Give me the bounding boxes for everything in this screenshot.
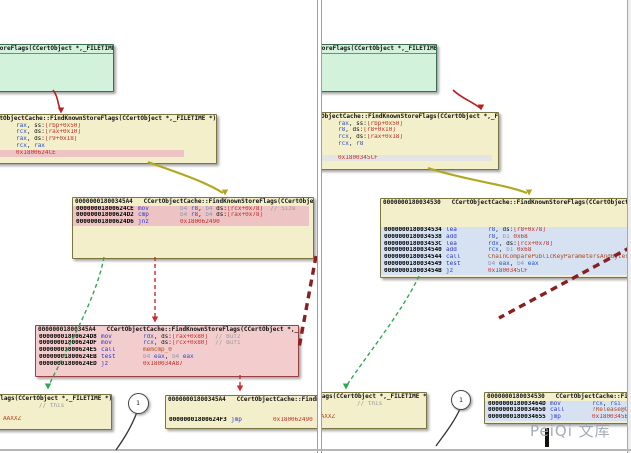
- graph-edge: [453, 90, 480, 108]
- asm-row: r8, ds:[r8+0x10]: [322, 127, 498, 134]
- asm-row: [322, 148, 498, 155]
- asm-row: 0x1800345CF: [322, 155, 492, 162]
- graph-node-primary-exit-jmp[interactable]: 00000001800345A4 CCertObjectCache::FindK…: [165, 395, 317, 429]
- asm-row: rcx, rax: [0, 143, 216, 150]
- graph-edge: [428, 168, 527, 193]
- asm-row: 0000000180034540addrcx, b1 0x68: [381, 247, 627, 254]
- graph-edge: [347, 276, 419, 385]
- asm-row: rcx, ds:[rax+0x10]: [0, 129, 216, 136]
- edge-arrowhead: [478, 105, 484, 111]
- asm-row: AAXXZ: [322, 414, 426, 421]
- asm-row: 00000001800624CEmovb4 r8, b4 ds:[rcx+0x7…: [73, 206, 309, 213]
- asm-row: 00000001800624E5callmemcmp_0: [36, 347, 298, 354]
- graph-edge: [436, 409, 460, 446]
- edge-arrowhead: [45, 384, 51, 390]
- node-title: CCertObjectCache::FindKnownStoreFlags(CC…: [0, 115, 216, 123]
- graph-node-primary-block-memcmp[interactable]: 00000001800345A4 CCertObjectCache::FindK…: [35, 325, 299, 377]
- entry-exit-marker[interactable]: 1: [128, 393, 149, 414]
- asm-row: rcx, r8: [322, 141, 498, 148]
- node-title: CCertObjectCache::FindKnownStoreFlags(CC…: [0, 45, 113, 54]
- pane-secondary-graph[interactable]: CCertObjectCache::FindKnownStoreFlags(CC…: [322, 0, 627, 453]
- asm-row: [381, 207, 627, 214]
- node-title: 00000001800345A4 CCertObjectCache::FindK: [166, 396, 317, 404]
- asm-row: [166, 410, 317, 417]
- graph-edge: [116, 412, 137, 450]
- asm-row: 0000000180034544callChainComparePublicKe…: [381, 254, 627, 261]
- asm-row: 0000000180034650call?Release@CCertObject: [485, 407, 627, 414]
- edge-arrowhead: [58, 108, 64, 114]
- edge-arrowhead: [237, 386, 243, 392]
- graph-node-primary-exit-this[interactable]: CCertObjectCache::FindKnownStoreFlags(CC…: [0, 394, 112, 430]
- asm-row: 00000001800624D8movrdx, ds:[rax+0x80] //…: [36, 334, 298, 341]
- node-title: 0000000180034530 CCertObjectCache::Find: [485, 393, 627, 401]
- node-title: 0000000180034530 CCertObjectCache::FindK…: [381, 199, 627, 207]
- window-bottom-border: [0, 449, 631, 451]
- graph-node-primary-block-load[interactable]: CCertObjectCache::FindKnownStoreFlags(CC…: [0, 114, 217, 164]
- asm-row: 00000001800624D2cmpb4 r8, b4 ds:[rax+0x7…: [73, 212, 309, 219]
- asm-row: [381, 220, 627, 227]
- graph-node-secondary-exit-this[interactable]: CCertObjectCache::FindKnownStoreFlags(CC…: [322, 392, 427, 429]
- node-title: CCertObjectCache::FindKnownStoreFlags(CC…: [322, 393, 426, 401]
- asm-row: 00000001800624EDjz0x180034A87: [36, 361, 298, 368]
- graph-edge: [148, 162, 223, 193]
- node-title: CCertObjectCache::FindKnownStoreFlags(CC…: [322, 45, 436, 54]
- node-title: CCertObjectCache::FindKnownStoreFlags(CC…: [0, 395, 111, 403]
- edge-arrowhead: [222, 190, 228, 196]
- asm-row: // this: [322, 401, 426, 408]
- node-title: CCertObjectCache::FindKnownStoreFlags(CC…: [322, 113, 498, 121]
- graph-node-secondary-block-compare-call[interactable]: 0000000180034530 CCertObjectCache::FindK…: [380, 198, 627, 278]
- edge-arrowhead: [343, 384, 349, 390]
- graph-node-primary-entry[interactable]: CCertObjectCache::FindKnownStoreFlags(CC…: [0, 44, 114, 92]
- asm-row: rax, ds:[r9+0x18]: [0, 136, 216, 143]
- asm-row: [381, 213, 627, 220]
- asm-row: 0x1800624CE: [0, 150, 184, 157]
- asm-row: rax, ss:[rbp+0x50]: [322, 121, 498, 128]
- graph-edge: [53, 90, 61, 111]
- asm-row: 0000000180034534lear8, ds:[r8+0x78]: [381, 227, 627, 234]
- asm-row: 000000018003454Bjz0x1800345CF: [381, 268, 627, 275]
- edge-arrowhead: [152, 317, 158, 323]
- asm-row: 000000018003453Cleardx, ds:[rcx+0x78]: [381, 241, 627, 248]
- edge-arrowhead: [526, 190, 532, 196]
- entry-exit-marker[interactable]: 1: [451, 390, 471, 410]
- graph-node-secondary-block-load[interactable]: CCertObjectCache::FindKnownStoreFlags(CC…: [322, 112, 499, 170]
- graph-node-secondary-entry[interactable]: CCertObjectCache::FindKnownStoreFlags(CC…: [322, 44, 437, 92]
- graph-node-primary-block-cmp-size[interactable]: 00000001800345A4 CCertObjectCache::FindK…: [72, 197, 314, 259]
- asm-row: 00000001800624EBtestb4 eax, b4 eax: [36, 354, 298, 361]
- graph-edge: [299, 256, 316, 348]
- bindiff-graph-view: 00000001800345A4 CCertObjectCache::FindK…: [0, 0, 631, 453]
- asm-row: [166, 404, 317, 411]
- asm-row: 00000001800624D6jnz0x180062490: [73, 219, 309, 226]
- right-edge-strip: [627, 0, 631, 453]
- node-title: 00000001800345A4 CCertObjectCache::FindK…: [36, 326, 298, 334]
- asm-row: // this: [0, 403, 111, 410]
- node-title: 00000001800345A4 CCertObjectCache::FindK…: [73, 198, 313, 206]
- asm-row: 00000001800624DFmovrcx, ds:[rcx+0x80] //…: [36, 340, 298, 347]
- asm-row: rcx, ds:[rax+0x18]: [322, 134, 498, 141]
- asm-row: AAXXZ: [0, 416, 111, 423]
- asm-row: 00000001800624F3jmp0x180062490: [166, 417, 317, 424]
- pane-primary-graph[interactable]: CCertObjectCache::FindKnownStoreFlags(CC…: [0, 0, 317, 453]
- asm-row: [0, 409, 111, 416]
- asm-row: rax, ss:[rbp+0x50]: [0, 123, 216, 130]
- asm-row: 0000000180034538addr8, b1 0x68: [381, 234, 627, 241]
- asm-row: [322, 407, 426, 414]
- watermark: PeiQi 文库: [530, 420, 611, 441]
- asm-row: 0000000180034549testb4 eax, b4 eax: [381, 261, 627, 268]
- asm-row: 000000018003464Dmovrcx, rsi: [485, 401, 627, 408]
